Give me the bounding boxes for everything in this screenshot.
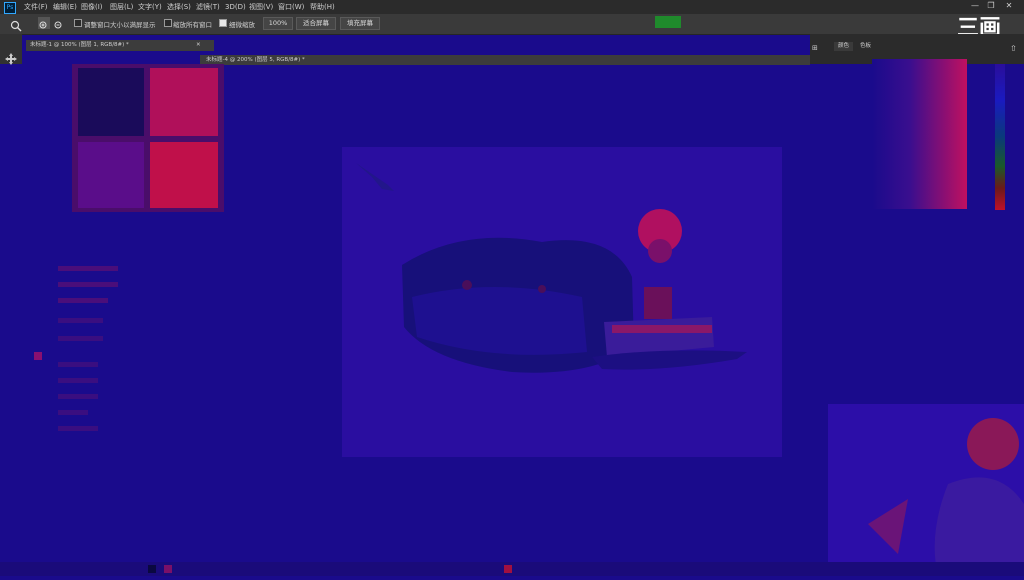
menu-type[interactable]: 文字(Y) [138,2,162,12]
menu-window[interactable]: 窗口(W) [278,2,304,12]
list-item [58,282,118,287]
list-item [58,394,98,399]
list-item [58,298,108,303]
zoom-tool-icon[interactable] [10,17,22,32]
menu-filter[interactable]: 滤镜(T) [196,2,220,12]
menu-help[interactable]: 帮助(H) [310,2,335,12]
zoom-in-icon[interactable] [38,17,50,29]
menu-3d[interactable]: 3D(D) [225,2,246,12]
menu-edit[interactable]: 编辑(E) [53,2,77,12]
tool-swatch[interactable] [504,565,512,573]
color-picker-field[interactable] [872,59,967,209]
zoom-all-windows-label: 缩放所有窗口 [173,21,212,29]
doc1-close-icon[interactable]: ✕ [196,41,201,50]
tab-color[interactable]: 颜色 [834,42,854,51]
share-icon[interactable]: ⇧ [1010,44,1022,54]
list-item [58,336,103,341]
reference-image [828,404,1024,576]
window-illustration [72,64,224,212]
tool-swatch[interactable] [164,565,172,573]
zoom-out-icon[interactable] [53,17,65,29]
list-item [58,410,88,415]
status-badge [655,16,681,28]
scrubby-zoom-checkbox[interactable] [219,19,227,27]
list-item [34,352,42,360]
menu-select[interactable]: 选择(S) [167,2,191,12]
doc1-tab[interactable]: 未标题-1 @ 100% (图层 1, RGB/8#) * [30,41,129,50]
panel-toggle-icon[interactable]: ⊞ [812,44,826,54]
fill-screen-button[interactable]: 填充屏幕 [340,17,380,30]
menu-image[interactable]: 图像(I) [81,2,103,12]
close-icon[interactable]: ✕ [1002,1,1016,10]
list-item [58,426,98,431]
tool-swatch[interactable] [148,565,156,573]
status-bar [0,562,1024,576]
zoom-all-windows-checkbox[interactable] [164,19,172,27]
menu-view[interactable]: 视图(V) [249,2,273,12]
menu-file[interactable]: 文件(F) [24,2,48,12]
list-item [58,362,98,367]
list-item [58,318,103,323]
tab-swatches[interactable]: 色板 [860,42,871,51]
zoom-100-button[interactable]: 100% [263,17,293,30]
document-canvas[interactable] [342,147,782,457]
hue-slider[interactable] [995,64,1005,210]
list-item [58,266,118,271]
list-item [58,378,98,383]
menu-layer[interactable]: 图层(L) [110,2,133,12]
fit-screen-button[interactable]: 适合屏幕 [296,17,336,30]
scrubby-zoom-label: 细微缩放 [229,21,255,29]
move-tool-icon[interactable] [5,50,17,65]
minimize-icon[interactable]: — [968,1,982,10]
resize-windows-checkbox[interactable] [74,19,82,27]
photoshop-app-icon[interactable]: Ps [4,2,16,14]
restore-icon[interactable]: ❐ [984,1,998,10]
resize-windows-label: 调整窗口大小以满屏显示 [84,21,156,29]
